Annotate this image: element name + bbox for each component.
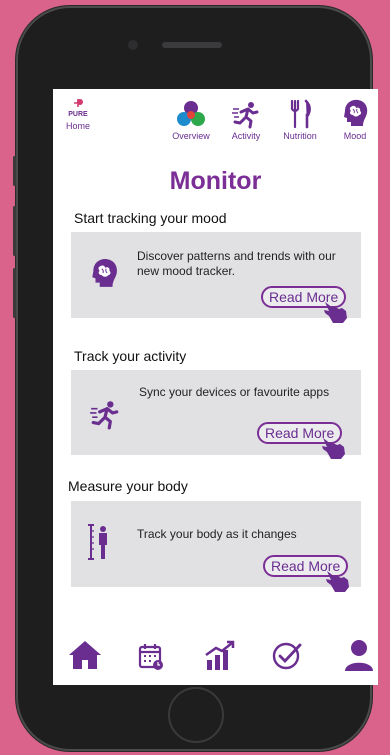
earpiece-speaker [162,42,222,48]
svg-text:PURE: PURE [68,111,88,118]
activity-card[interactable]: Sync your devices or favourite apps Read… [71,370,361,459]
body-card-text: Track your body as it changes [137,527,297,541]
running-icon [232,102,259,129]
nav-nutrition-label: Nutrition [283,131,317,141]
nav-overview[interactable]: Overview [166,99,216,141]
activity-section-heading: Track your activity [74,348,187,364]
top-nav: PURE Home Overview Activity Nutrition Mo… [53,89,378,161]
calendar-icon[interactable] [137,642,165,672]
home-icon[interactable] [67,638,103,672]
nav-overview-label: Overview [172,131,210,141]
brain-head-icon [92,258,117,287]
nav-activity[interactable]: Activity [226,99,266,141]
nav-nutrition[interactable]: Nutrition [277,99,323,141]
chart-icon[interactable] [203,640,237,672]
body-section-heading: Measure your body [68,478,188,494]
front-camera [128,40,138,50]
activity-card-text: Sync your devices or favourite apps [139,385,330,399]
tap-hand-icon [326,571,349,592]
mood-section-heading: Start tracking your mood [74,210,227,226]
nav-mood-label: Mood [343,131,367,141]
home-hardware-button[interactable] [168,687,224,743]
check-icon[interactable] [271,640,303,672]
phone-frame: PURE Home Overview Activity Nutrition Mo… [13,6,378,751]
nav-home-label: Home [65,121,90,131]
height-measure-icon [88,524,107,560]
tap-hand-icon [324,302,347,323]
app-screen: PURE Home Overview Activity Nutrition Mo… [53,89,378,685]
volume-down-button [13,268,16,318]
pure-logo-icon: PURE [68,99,88,118]
mood-card-text: Discover patterns and trends with our ne… [137,249,336,278]
body-card[interactable]: Track your body as it changes Read More [71,501,361,592]
nav-mood[interactable]: Mood [337,97,373,141]
mute-switch [13,156,16,186]
tap-hand-icon [322,438,345,459]
profile-icon[interactable] [343,638,375,672]
nav-activity-label: Activity [231,131,261,141]
page-title: Monitor [169,167,262,195]
nav-home[interactable]: PURE Home [61,97,95,131]
running-icon [90,401,119,430]
fork-knife-icon [290,99,311,129]
volume-up-button [13,206,16,256]
mood-card[interactable]: Discover patterns and trends with our ne… [71,232,361,323]
overview-icon [177,101,205,126]
brain-head-icon [344,99,368,126]
bottom-tab-bar [53,630,378,685]
